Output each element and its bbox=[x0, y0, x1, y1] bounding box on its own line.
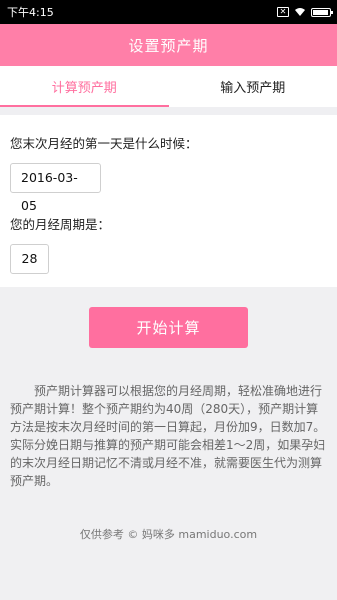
notification-x-icon: ✕ bbox=[277, 7, 289, 17]
wifi-icon bbox=[295, 8, 305, 16]
cycle-length-field[interactable]: 28 bbox=[10, 244, 49, 274]
status-icons: ✕ bbox=[277, 7, 333, 17]
footer-credit: 仅供参考 © 妈咪多 mamiduo.com bbox=[79, 528, 258, 541]
calc-form: 您末次月经的第一天是什么时候： 2016-03-05 您的月经周期是： 28 bbox=[0, 115, 337, 287]
cycle-question-label: 您的月经周期是： bbox=[10, 217, 111, 232]
section-divider bbox=[0, 107, 337, 115]
start-calculation-button[interactable]: 开始计算 bbox=[89, 307, 248, 348]
app-header: 设置预产期 bbox=[0, 24, 337, 66]
description-text: 预产期计算器可以根据您的月经周期，轻松准确地进行预产期计算！整个预产期约为40周… bbox=[10, 384, 326, 488]
lmp-question-label: 您末次月经的第一天是什么时候： bbox=[10, 136, 198, 151]
status-time: 下午4:15 bbox=[7, 6, 54, 19]
tab-label: 输入预产期 bbox=[220, 81, 286, 96]
status-bar: 下午4:15 ✕ bbox=[0, 0, 337, 24]
tab-label: 计算预产期 bbox=[51, 81, 117, 96]
tab-bar: 计算预产期 输入预产期 bbox=[0, 66, 337, 107]
lower-section: 开始计算 预产期计算器可以根据您的月经周期，轻松准确地进行预产期计算！整个预产期… bbox=[0, 287, 337, 600]
tab-calculate-due-date[interactable]: 计算预产期 bbox=[0, 66, 169, 107]
lmp-date-field[interactable]: 2016-03-05 bbox=[10, 163, 101, 213]
tab-enter-due-date[interactable]: 输入预产期 bbox=[169, 66, 337, 107]
battery-icon bbox=[311, 7, 333, 17]
page-title: 设置预产期 bbox=[128, 36, 209, 55]
